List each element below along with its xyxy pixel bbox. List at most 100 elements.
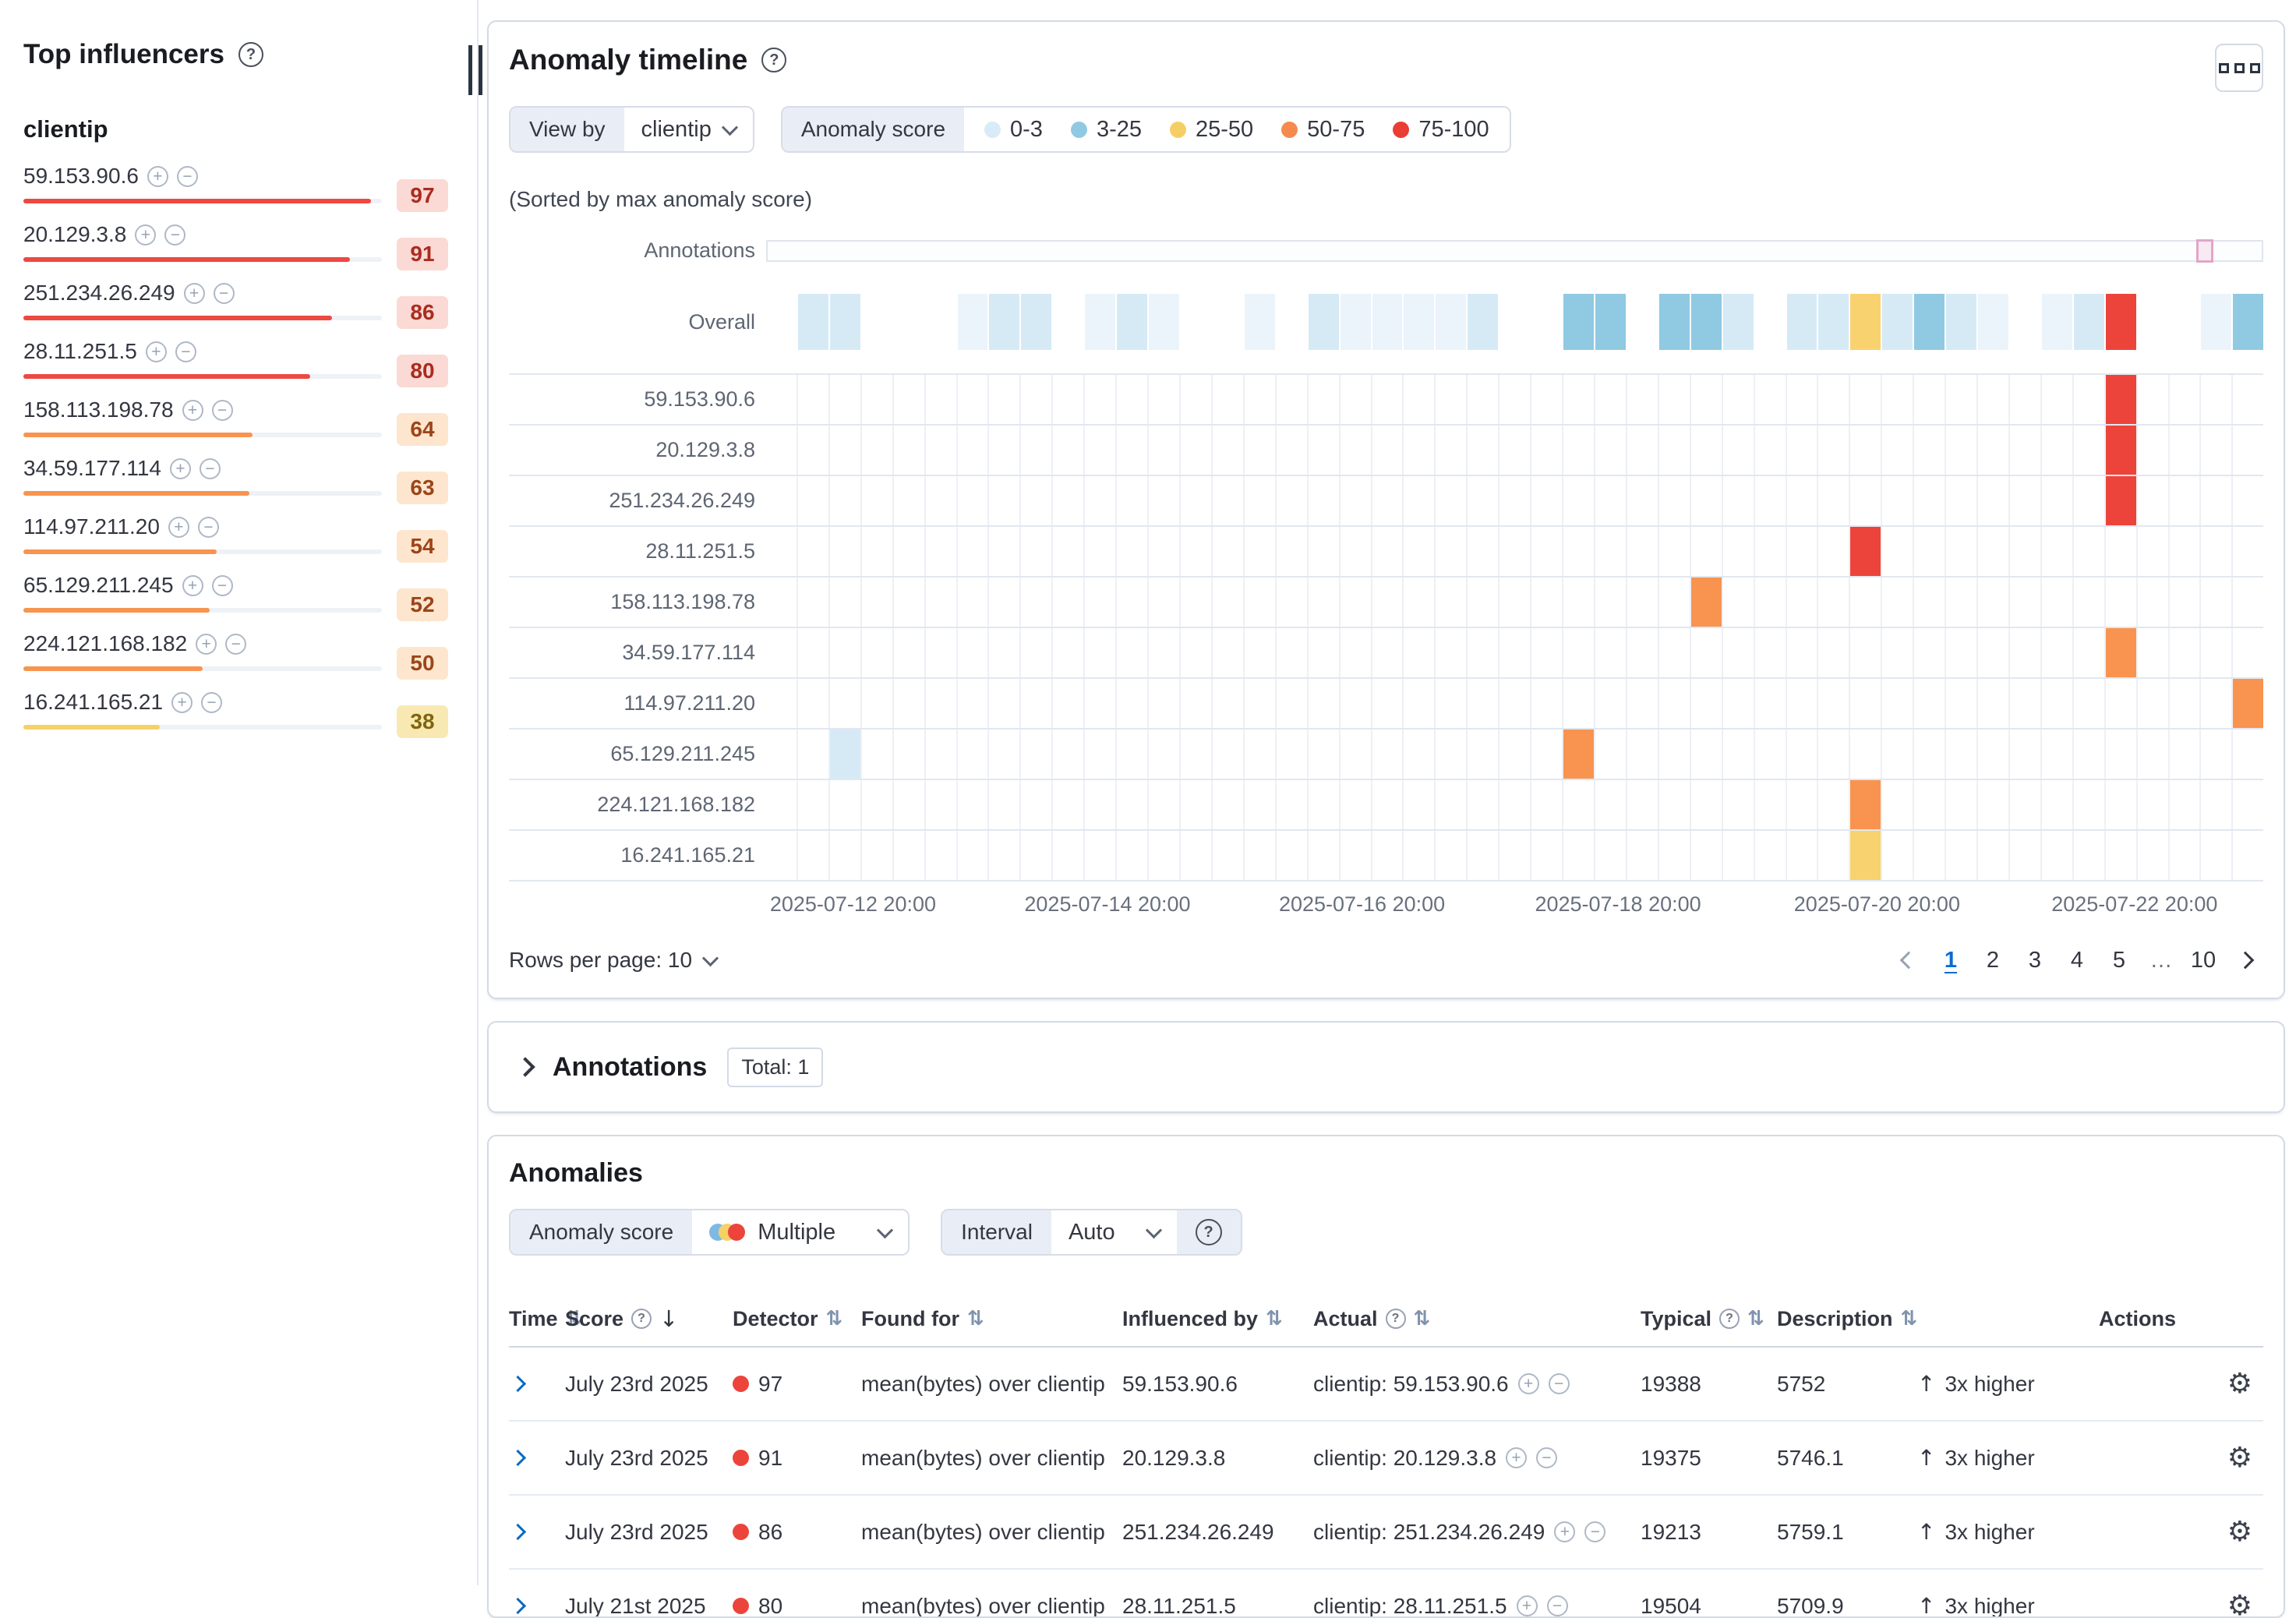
- swimlane-cell[interactable]: [1914, 730, 1946, 779]
- swimlane-cell[interactable]: [862, 831, 894, 880]
- swimlane-cell[interactable]: [1595, 375, 1627, 424]
- swimlane-cell[interactable]: [1021, 476, 1053, 525]
- swimlane-cell[interactable]: [2170, 679, 2202, 728]
- swimlane-cell[interactable]: [1946, 730, 1978, 779]
- swimlane-cell[interactable]: [958, 730, 990, 779]
- filter-plus-icon[interactable]: +: [168, 517, 189, 538]
- swimlane-cell[interactable]: [1053, 426, 1085, 475]
- swimlane-cell[interactable]: [2074, 426, 2106, 475]
- overall-cell[interactable]: [2010, 294, 2040, 350]
- swimlane-cell[interactable]: [798, 476, 830, 525]
- swimlane-cell[interactable]: [798, 426, 830, 475]
- swimlane-cell[interactable]: [1946, 578, 1978, 627]
- gear-icon[interactable]: ⚙: [2227, 1590, 2252, 1618]
- swimlane-cell[interactable]: [1978, 780, 2010, 829]
- swimlane-cell[interactable]: [1372, 476, 1404, 525]
- overall-cell[interactable]: [1755, 294, 1786, 350]
- swimlane-cell[interactable]: [2170, 476, 2202, 525]
- swimlane-cell[interactable]: [1277, 628, 1309, 677]
- swimlane-cell[interactable]: [1978, 679, 2010, 728]
- swimlane-cell[interactable]: [1436, 831, 1468, 880]
- swimlane-cell[interactable]: [1085, 426, 1117, 475]
- swimlane-cell[interactable]: [1563, 628, 1595, 677]
- expand-annotations-icon[interactable]: [515, 1057, 535, 1076]
- sidebar-resize-divider[interactable]: [477, 0, 479, 1585]
- overall-cell[interactable]: [2233, 294, 2263, 350]
- column-header-actual[interactable]: Actual?⇅: [1298, 1293, 1625, 1345]
- column-help-icon[interactable]: ?: [1719, 1309, 1740, 1329]
- swimlane-cell[interactable]: [1309, 527, 1341, 576]
- swimlane-cell[interactable]: [798, 831, 830, 880]
- swimlane-cell[interactable]: [1404, 831, 1436, 880]
- swimlane-cell[interactable]: [1818, 375, 1850, 424]
- swimlane-cell[interactable]: [1914, 628, 1946, 677]
- swimlane-cell[interactable]: [2010, 426, 2042, 475]
- filter-plus-icon[interactable]: +: [182, 575, 203, 596]
- swimlane-cell[interactable]: [1755, 527, 1787, 576]
- swimlane-cell[interactable]: [1277, 426, 1309, 475]
- swimlane-cell[interactable]: [1914, 527, 1946, 576]
- view-by-select[interactable]: clientip: [624, 108, 753, 151]
- swimlane-cell[interactable]: [2106, 426, 2138, 475]
- swimlane-cell[interactable]: [1404, 476, 1436, 525]
- swimlane-cell[interactable]: [1468, 426, 1499, 475]
- swimlane-cell[interactable]: [830, 831, 862, 880]
- swimlane-cell[interactable]: [1850, 578, 1882, 627]
- swimlane-cell[interactable]: [1595, 679, 1627, 728]
- swimlane-cell[interactable]: [1659, 679, 1691, 728]
- swimlane-cell[interactable]: [1882, 578, 1914, 627]
- swimlane-cell[interactable]: [1277, 730, 1309, 779]
- swimlane-cell[interactable]: [1436, 780, 1468, 829]
- column-header-score[interactable]: Score?↓: [549, 1291, 717, 1346]
- swimlane-cell[interactable]: [2170, 578, 2202, 627]
- swimlane-cell[interactable]: [1149, 831, 1181, 880]
- swimlane-cell[interactable]: [989, 527, 1021, 576]
- swimlane-cell[interactable]: [894, 578, 926, 627]
- filter-minus-icon[interactable]: −: [214, 283, 235, 304]
- swimlane-cell[interactable]: [1181, 476, 1213, 525]
- swimlane-cell[interactable]: [1436, 578, 1468, 627]
- overall-cell[interactable]: [1691, 294, 1722, 350]
- swimlane-cell[interactable]: [1595, 780, 1627, 829]
- swimlane-cell[interactable]: [926, 730, 958, 779]
- swimlane-cell[interactable]: [1436, 628, 1468, 677]
- overall-cell[interactable]: [1468, 294, 1498, 350]
- swimlane-cell[interactable]: [1627, 578, 1659, 627]
- swimlane-cell[interactable]: [1946, 628, 1978, 677]
- swimlane-cell[interactable]: [1021, 831, 1053, 880]
- swimlane-cell[interactable]: [958, 780, 990, 829]
- swimlane-cell[interactable]: [1850, 527, 1882, 576]
- swimlane-cell[interactable]: [2138, 476, 2170, 525]
- filter-plus-icon[interactable]: +: [170, 458, 191, 479]
- swimlane-cell[interactable]: [2138, 426, 2170, 475]
- swimlane-cell[interactable]: [1691, 730, 1723, 779]
- swimlane-cell[interactable]: [2201, 426, 2233, 475]
- swimlane-cell[interactable]: [1755, 730, 1787, 779]
- swimlane-cell[interactable]: [2106, 476, 2138, 525]
- anomaly-score-filter-select[interactable]: Multiple: [692, 1210, 908, 1254]
- swimlane-cell[interactable]: [1245, 730, 1277, 779]
- swimlane-cell[interactable]: [989, 831, 1021, 880]
- swimlane-cell[interactable]: [1531, 375, 1563, 424]
- swimlane-cell[interactable]: [989, 628, 1021, 677]
- swimlane-cell[interactable]: [2042, 628, 2074, 677]
- swimlane-cell[interactable]: [798, 730, 830, 779]
- expand-row-button[interactable]: [509, 1358, 549, 1410]
- swimlane-cell[interactable]: [2074, 628, 2106, 677]
- swimlane-cell[interactable]: [1850, 628, 1882, 677]
- swimlane-cell[interactable]: [1277, 679, 1309, 728]
- filter-minus-icon[interactable]: −: [198, 517, 219, 538]
- swimlane-cell[interactable]: [1882, 426, 1914, 475]
- gear-icon[interactable]: ⚙: [2227, 1442, 2252, 1474]
- swimlane-cell[interactable]: [1245, 527, 1277, 576]
- overall-cell[interactable]: [1149, 294, 1179, 350]
- swimlane-cell[interactable]: [926, 628, 958, 677]
- overall-cell[interactable]: [798, 294, 828, 350]
- filter-plus-icon[interactable]: +: [196, 634, 217, 655]
- swimlane-cell[interactable]: [1723, 426, 1755, 475]
- swimlane-cell[interactable]: [1946, 426, 1978, 475]
- swimlane-cell[interactable]: [2074, 578, 2106, 627]
- annotation-marker[interactable]: [2196, 239, 2213, 263]
- swimlane-cell[interactable]: [2201, 730, 2233, 779]
- swimlane-cell[interactable]: [1691, 780, 1723, 829]
